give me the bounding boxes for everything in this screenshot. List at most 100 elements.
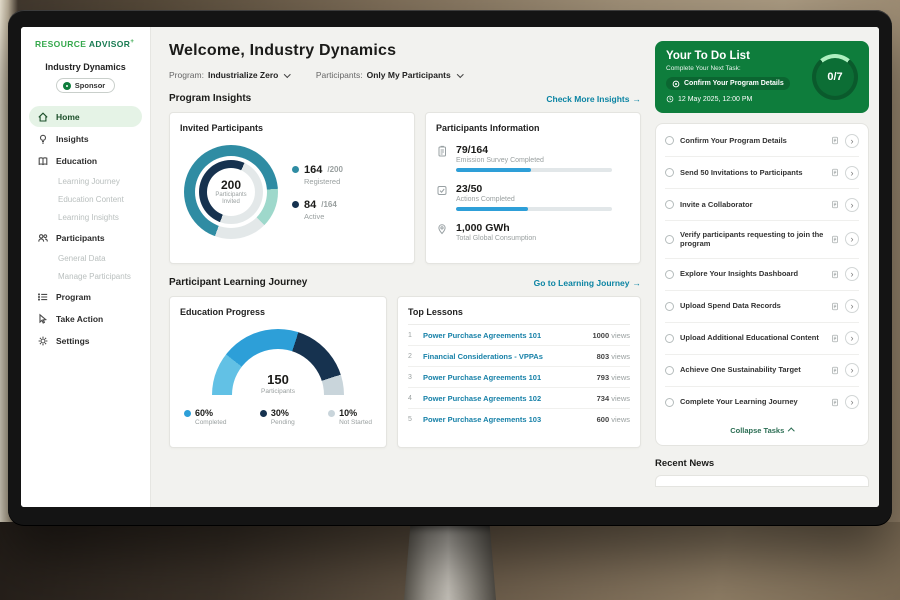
checkbox[interactable] (665, 270, 674, 279)
document-icon (831, 168, 839, 177)
lesson-row[interactable]: 1 Power Purchase Agreements 101 1000 vie… (408, 325, 630, 346)
sidebar-item-program[interactable]: Program (29, 286, 142, 307)
recent-news-card (655, 475, 869, 487)
collapse-tasks-link[interactable]: Collapse Tasks (665, 418, 859, 444)
legend-label: Active (304, 212, 343, 221)
sidebar-item-label: Learning Insights (58, 213, 119, 222)
lesson-row[interactable]: 3 Power Purchase Agreements 101 793 view… (408, 367, 630, 388)
legend-registered: 164 /200 Registered (292, 164, 343, 186)
sidebar-item-label: Program (56, 292, 91, 302)
sidebar-item-insights[interactable]: Insights (29, 128, 142, 149)
task-row-verify-participants[interactable]: Verify participants requesting to join t… (665, 221, 859, 259)
legend-value: 164 (304, 164, 322, 176)
sidebar-item-take-action[interactable]: Take Action (29, 308, 142, 329)
participants-select[interactable]: Participants: Only My Participants (316, 70, 462, 80)
sidebar-item-manage-participants[interactable]: Manage Participants (29, 267, 142, 285)
collapse-label: Collapse Tasks (730, 426, 784, 435)
sidebar-item-label: Settings (56, 336, 90, 346)
document-icon (831, 334, 839, 343)
sidebar-item-label: Home (56, 112, 80, 122)
checkbox[interactable] (665, 200, 674, 209)
legend-pending: 30% Pending (260, 408, 295, 426)
chevron-right-button[interactable]: › (845, 267, 859, 281)
task-label: Complete Your Learning Journey (680, 397, 825, 407)
todo-panel: Your To Do List Complete Your Next Task:… (655, 27, 879, 507)
check-more-insights-link[interactable]: Check More Insights→ (546, 94, 641, 104)
task-row-invite-collaborator[interactable]: Invite a Collaborator › (665, 189, 859, 221)
learning-cards-row: Education Progress 150 Participants (169, 296, 641, 448)
gear-icon (37, 335, 49, 347)
chevron-right-button[interactable]: › (845, 166, 859, 180)
program-select-label: Program: (169, 70, 204, 80)
recent-news-title: Recent News (655, 458, 869, 469)
chevron-right-button[interactable]: › (845, 299, 859, 313)
chevron-right-button[interactable]: › (845, 331, 859, 345)
sidebar-item-participants[interactable]: Participants (29, 227, 142, 248)
checkbox[interactable] (665, 168, 674, 177)
checkbox[interactable] (665, 302, 674, 311)
sidebar-item-home[interactable]: Home (29, 106, 142, 127)
checkbox[interactable] (665, 366, 674, 375)
sponsor-icon (63, 82, 71, 90)
sidebar-item-education-content[interactable]: Education Content (29, 190, 142, 208)
lesson-link[interactable]: Power Purchase Agreements 103 (423, 415, 590, 424)
sidebar-item-label: Insights (56, 134, 89, 144)
checkbox[interactable] (665, 334, 674, 343)
sidebar-item-education[interactable]: Education (29, 150, 142, 171)
task-row-upload-spend-data[interactable]: Upload Spend Data Records › (665, 291, 859, 323)
scene: RESOURCE ADVISOR+ Industry Dynamics Spon… (0, 0, 900, 600)
task-row-complete-learning-journey[interactable]: Complete Your Learning Journey › (665, 387, 859, 418)
lesson-row[interactable]: 2 Financial Considerations - VPPAs 803 v… (408, 346, 630, 367)
arrow-right-icon: → (633, 94, 642, 104)
legend-value: 60% (195, 408, 213, 418)
invited-participants-card: Invited Participants 200 Participants In… (169, 112, 415, 264)
chevron-right-button[interactable]: › (845, 395, 859, 409)
sidebar-item-label: Participants (56, 233, 105, 243)
org-name: Industry Dynamics (21, 62, 150, 72)
checkbox[interactable] (665, 398, 674, 407)
todo-progress-ring: 0/7 (812, 54, 858, 100)
checkbox[interactable] (665, 136, 674, 145)
lesson-link[interactable]: Power Purchase Agreements 101 (423, 373, 590, 382)
chevron-right-button[interactable]: › (845, 134, 859, 148)
sidebar: RESOURCE ADVISOR+ Industry Dynamics Spon… (21, 27, 151, 507)
stat-actions-completed: 23/50 Actions Completed (436, 183, 630, 211)
legend-dot (184, 410, 191, 417)
learning-journey-header: Participant Learning Journey Go to Learn… (169, 277, 641, 288)
legend-value: 10% (339, 408, 357, 418)
logo-text-resource: RESOURCE (35, 39, 86, 49)
task-row-upload-educational-content[interactable]: Upload Additional Educational Content › (665, 323, 859, 355)
chevron-right-button[interactable]: › (845, 198, 859, 212)
lesson-link[interactable]: Power Purchase Agreements 101 (423, 331, 585, 340)
sidebar-item-learning-insights[interactable]: Learning Insights (29, 208, 142, 226)
sidebar-item-settings[interactable]: Settings (29, 330, 142, 351)
document-icon (831, 235, 839, 244)
lesson-rank: 2 (408, 353, 416, 360)
stat-value: 1,000 GWh (456, 222, 536, 234)
program-select[interactable]: Program: Industrialize Zero (169, 70, 290, 80)
sidebar-item-general-data[interactable]: General Data (29, 249, 142, 267)
participants-information-card: Participants Information 79/164 Emission… (425, 112, 641, 264)
lesson-link[interactable]: Financial Considerations - VPPAs (423, 352, 590, 361)
chevron-right-button[interactable]: › (845, 363, 859, 377)
card-title: Participants Information (436, 123, 630, 133)
next-task-pill[interactable]: Confirm Your Program Details (666, 77, 790, 90)
lesson-link[interactable]: Power Purchase Agreements 102 (423, 394, 590, 403)
lesson-row[interactable]: 4 Power Purchase Agreements 102 734 view… (408, 388, 630, 409)
program-insights-header: Program Insights Check More Insights→ (169, 93, 641, 104)
main-area: Welcome, Industry Dynamics Program: Indu… (151, 27, 655, 507)
legend-completed: 60% Completed (184, 408, 226, 426)
lesson-row[interactable]: 5 Power Purchase Agreements 103 600 view… (408, 409, 630, 429)
app-window: RESOURCE ADVISOR+ Industry Dynamics Spon… (21, 27, 879, 507)
task-label: Send 50 Invitations to Participants (680, 168, 825, 178)
checkbox[interactable] (665, 235, 674, 244)
chevron-right-button[interactable]: › (845, 232, 859, 246)
task-row-achieve-target[interactable]: Achieve One Sustainability Target › (665, 355, 859, 387)
chevron-down-icon (284, 71, 290, 77)
task-row-confirm-program[interactable]: Confirm Your Program Details › (665, 125, 859, 157)
task-row-send-invitations[interactable]: Send 50 Invitations to Participants › (665, 157, 859, 189)
sidebar-item-learning-journey[interactable]: Learning Journey (29, 172, 142, 190)
task-row-explore-insights[interactable]: Explore Your Insights Dashboard › (665, 259, 859, 291)
legend-active: 84 /164 Active (292, 199, 343, 221)
go-to-learning-journey-link[interactable]: Go to Learning Journey→ (534, 278, 641, 288)
